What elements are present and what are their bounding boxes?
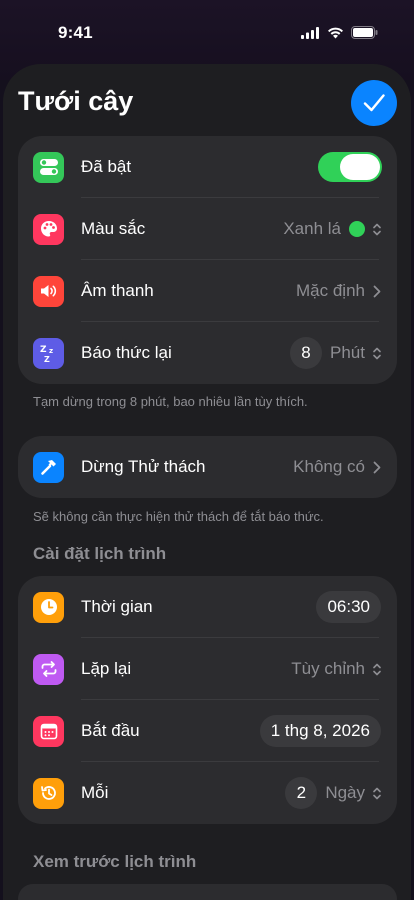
battery-icon [351,26,378,39]
repeat-value: Tùy chỉnh [291,659,365,678]
status-icons [301,26,378,39]
speaker-icon [33,275,64,307]
sound-label: Âm thanh [81,281,154,300]
every-amount-stepper[interactable]: 2 [285,777,318,809]
challenge-value: Không có [293,457,365,476]
challenge-footnote: Sẽ không cần thực hiện thử thách để tắt … [33,509,324,524]
status-bar: 9:41 [0,0,414,64]
snooze-footnote: Tạm dừng trong 8 phút, bao nhiêu lần tùy… [33,394,308,409]
enabled-toggle[interactable] [318,152,382,182]
challenge-group: Dừng Thử thách Không có [18,436,397,498]
chevron-up-down-icon [373,787,381,799]
time-picker[interactable]: 06:30 [316,591,381,623]
snooze-unit[interactable]: Phút [330,343,365,363]
zzz-icon: Z z Z [33,337,64,369]
every-unit[interactable]: Ngày [325,783,365,803]
color-swatch [349,221,365,237]
toggle-switch-icon [33,151,64,183]
challenge-label: Dừng Thử thách [81,457,206,476]
start-row: Bắt đầu 1 thg 8, 2026 [18,700,397,762]
cellular-signal-icon [301,26,319,39]
enabled-row: Đã bật [18,136,397,198]
color-label: Màu sắc [81,219,146,238]
wifi-icon [328,27,343,38]
every-row: Mỗi 2 Ngày [18,762,397,824]
palette-icon [33,213,64,245]
chevron-right-icon [373,461,381,473]
hammer-icon [33,451,64,483]
snooze-label: Báo thức lại [81,343,172,362]
snooze-amount-stepper[interactable]: 8 [290,337,323,369]
svg-text:Z: Z [44,355,50,364]
preview-section-header: Xem trước lịch trình [33,852,197,871]
snooze-row: Z z Z Báo thức lại 8 Phút [18,322,397,384]
challenge-row[interactable]: Dừng Thử thách Không có [18,436,397,498]
page-title: Tưới cây [18,86,134,116]
schedule-group: Thời gian 06:30 Lặp lại Tùy chỉnh Bắt đầ… [18,576,397,824]
svg-text:Z: Z [40,345,47,355]
chevron-up-down-icon [373,347,381,359]
checkmark-icon [363,94,385,112]
sound-value: Mặc định [296,281,365,300]
chevron-right-icon [373,285,381,297]
chevron-up-down-icon [373,223,381,235]
history-icon [33,777,64,809]
repeat-label: Lặp lại [81,659,132,678]
time-label: Thời gian [81,597,153,616]
every-label: Mỗi [81,783,109,802]
svg-text:z: z [49,347,53,355]
done-button[interactable] [351,80,397,126]
color-row[interactable]: Màu sắc Xanh lá [18,198,397,260]
calendar-icon [33,715,64,747]
alarm-options-group: Đã bật Màu sắc Xanh lá Âm thanh Mặc định… [18,136,397,384]
enabled-label: Đã bật [81,157,132,176]
start-date-picker[interactable]: 1 thg 8, 2026 [259,715,381,747]
preview-group [18,884,397,900]
time-row: Thời gian 06:30 [18,576,397,638]
sound-row[interactable]: Âm thanh Mặc định [18,260,397,322]
color-value: Xanh lá [283,219,341,238]
chevron-up-down-icon [373,663,381,675]
clock-icon [33,591,64,623]
status-time: 9:41 [58,23,93,42]
repeat-icon [33,653,64,685]
start-label: Bắt đầu [81,721,140,740]
repeat-row[interactable]: Lặp lại Tùy chỉnh [18,638,397,700]
schedule-section-header: Cài đặt lịch trình [33,544,167,563]
